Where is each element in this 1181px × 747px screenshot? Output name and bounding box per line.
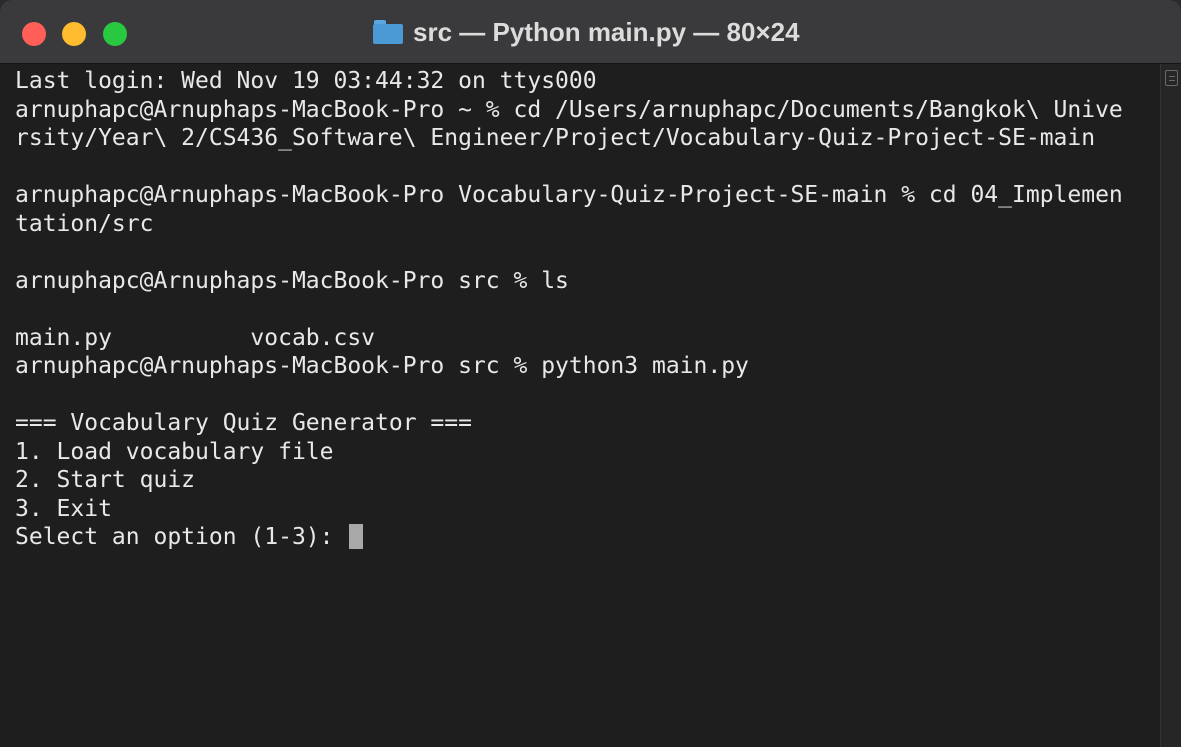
- terminal-line: tation/src: [15, 210, 154, 237]
- terminal-window: src — Python main.py — 80×24 Last login:…: [0, 0, 1181, 747]
- input-prompt-line[interactable]: Select an option (1-3):: [15, 523, 1160, 552]
- minimize-button[interactable]: [62, 22, 86, 46]
- title-bar[interactable]: src — Python main.py — 80×24: [0, 0, 1181, 64]
- folder-icon: [373, 20, 403, 44]
- text-cursor: [349, 524, 364, 549]
- terminal-line: arnuphapc@Arnuphaps-MacBook-Pro Vocabula…: [15, 182, 1123, 208]
- terminal-line: 1. Load vocabulary file: [15, 438, 334, 465]
- terminal-line: main.py vocab.csv: [15, 324, 376, 351]
- zoom-button[interactable]: [103, 22, 127, 46]
- scrollbar[interactable]: [1160, 64, 1181, 747]
- input-prompt: Select an option (1-3):: [15, 524, 348, 550]
- document-icon: [1165, 70, 1178, 86]
- terminal-line: arnuphapc@Arnuphaps-MacBook-Pro ~ % cd /…: [15, 96, 1123, 123]
- terminal-line: 3. Exit: [15, 495, 112, 522]
- terminal-line: === Vocabulary Quiz Generator ===: [15, 410, 472, 436]
- terminal-line: rsity/Year\ 2/CS436_Software\ Engineer/P…: [15, 125, 1096, 151]
- window-title: src — Python main.py — 80×24: [373, 14, 800, 50]
- terminal-line: arnuphapc@Arnuphaps-MacBook-Pro src % py…: [15, 353, 749, 379]
- close-button[interactable]: [22, 22, 46, 46]
- terminal-line: arnuphapc@Arnuphaps-MacBook-Pro src % ls: [15, 267, 569, 294]
- terminal-line: Last login: Wed Nov 19 03:44:32 on ttys0…: [15, 68, 597, 94]
- window-title-text: src — Python main.py — 80×24: [413, 16, 800, 47]
- terminal-output[interactable]: Last login: Wed Nov 19 03:44:32 on ttys0…: [0, 64, 1160, 747]
- terminal-line: 2. Start quiz: [15, 467, 196, 493]
